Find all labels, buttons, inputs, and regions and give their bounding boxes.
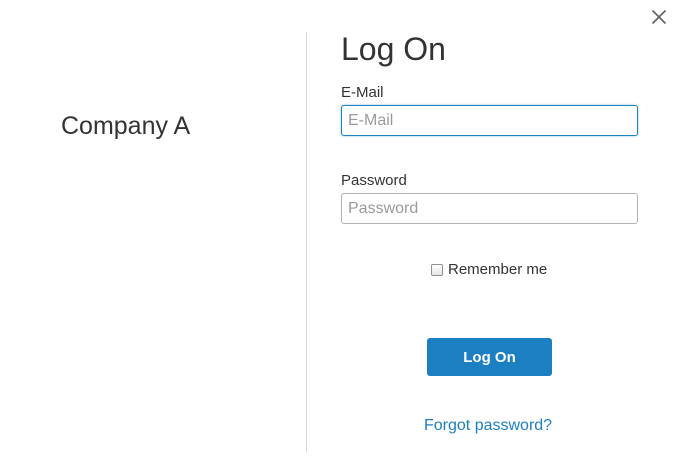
company-name: Company A [61, 112, 191, 140]
brand-pane: Company A [0, 0, 306, 460]
remember-me-label[interactable]: Remember me [448, 261, 547, 279]
password-field[interactable] [341, 193, 638, 224]
form-title: Log On [341, 31, 446, 67]
remember-me-row[interactable]: Remember me [431, 261, 547, 279]
forgot-password-link[interactable]: Forgot password? [424, 416, 552, 436]
email-field[interactable] [341, 105, 638, 136]
logon-form: Log On E-Mail Password Remember me Log O… [307, 0, 674, 460]
log-on-button[interactable]: Log On [427, 338, 552, 376]
password-label: Password [341, 172, 407, 189]
logon-dialog: Company A Log On E-Mail Password Remembe… [0, 0, 674, 460]
remember-me-checkbox[interactable] [431, 264, 443, 276]
email-label: E-Mail [341, 84, 384, 101]
